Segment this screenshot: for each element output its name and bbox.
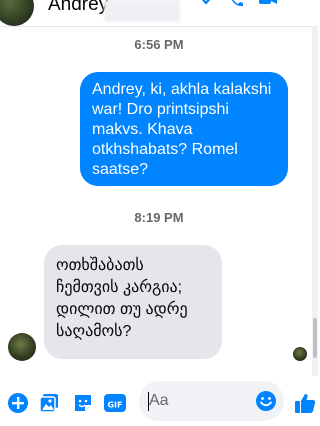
plus-circle-icon[interactable]: [7, 392, 29, 414]
contact-avatar[interactable]: [0, 0, 34, 26]
redacted-name-area: [104, 0, 180, 22]
text-cursor: [148, 392, 149, 411]
sticker-icon[interactable]: [72, 392, 94, 414]
emoji-icon[interactable]: [255, 390, 277, 412]
contact-name[interactable]: Andrey: [48, 0, 108, 16]
incoming-message[interactable]: ოთხშაბათს ჩემთვის კარგია; დილით თუ ადრე …: [44, 245, 222, 359]
photo-icon[interactable]: [38, 392, 60, 414]
gif-icon[interactable]: GIF: [104, 392, 126, 414]
chevron-down-icon[interactable]: [198, 0, 214, 13]
seen-indicator-avatar: [293, 347, 307, 361]
timestamp: 6:56 PM: [134, 37, 184, 52]
timestamp: 8:19 PM: [134, 210, 184, 225]
svg-text:GIF: GIF: [107, 401, 122, 410]
chat-header: Andrey: [0, 0, 318, 27]
sender-avatar: [8, 333, 36, 361]
message-input[interactable]: [149, 391, 249, 411]
phone-icon[interactable]: [228, 0, 244, 13]
thumbs-up-icon[interactable]: [294, 392, 316, 414]
outgoing-message[interactable]: Andrey, ki, akhla kalakshi war! Dro prin…: [80, 72, 288, 186]
video-icon[interactable]: [258, 0, 278, 13]
header-actions: [198, 0, 278, 12]
scrollbar-thumb[interactable]: [313, 318, 317, 358]
message-input-container[interactable]: [139, 381, 284, 421]
